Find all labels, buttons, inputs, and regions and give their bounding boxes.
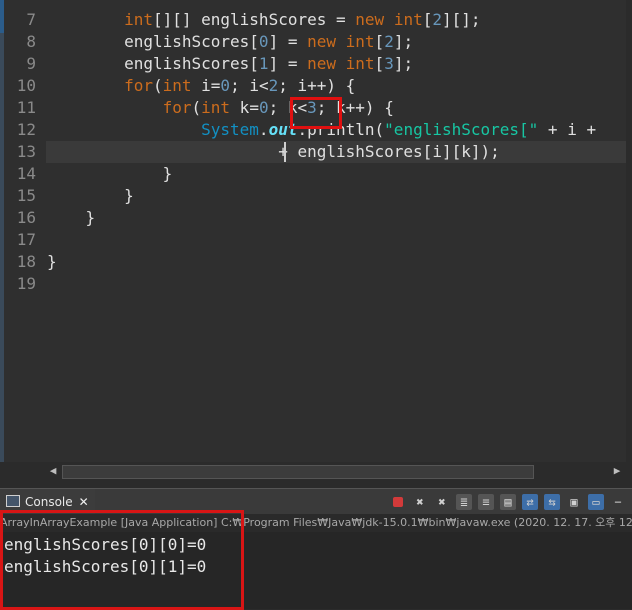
line-number: 14 (16, 164, 36, 183)
open-console-icon[interactable]: ⇆ (544, 494, 560, 510)
code-line: 18} (0, 251, 632, 273)
code-text: int[][] englishScores = new int[2][]; (124, 10, 481, 29)
code-line: 8 englishScores[0] = new int[2]; (0, 31, 632, 53)
console-tab-label: Console (25, 495, 73, 509)
scroll-lock-icon[interactable]: ≣ (456, 494, 472, 510)
code-text: } (47, 164, 173, 183)
code-line: 17 (0, 229, 632, 251)
show-console-icon[interactable]: ▤ (500, 494, 516, 510)
code-line: 14 } (0, 163, 632, 185)
code-text: + englishScores[i][k]); (47, 142, 500, 161)
code-line: 7 int[][] englishScores = new int[2][]; (0, 9, 632, 31)
code-line: 15 } (0, 185, 632, 207)
scroll-right-icon[interactable]: ▶ (610, 464, 624, 478)
text-caret (284, 142, 286, 162)
scrollbar-thumb[interactable] (62, 465, 534, 479)
line-number: 9 (26, 54, 36, 73)
console-toolbar: ✖ ✖ ≣ ≡ ▤ ⇄ ⇆ ▣ ▭ − (390, 493, 632, 511)
display-console-icon[interactable]: ▣ (566, 494, 582, 510)
code-text: } (47, 208, 96, 227)
annotation-highlight-box (290, 97, 342, 129)
word-wrap-icon[interactable]: ≡ (478, 494, 494, 510)
code-line: 10 for(int i=0; i<2; i++) { (0, 75, 632, 97)
code-text: } (47, 252, 57, 271)
console-icon (6, 495, 20, 507)
line-number: 18 (16, 252, 36, 271)
line-number: 11 (16, 98, 36, 117)
editor-right-edge (626, 0, 632, 488)
minimize-icon[interactable]: − (610, 494, 626, 510)
code-text: for(int i=0; i<2; i++) { (124, 76, 356, 95)
line-number: 15 (16, 186, 36, 205)
line-number: 10 (16, 76, 36, 95)
code-text: englishScores[0] = new int[2]; (47, 32, 414, 51)
line-number: 19 (16, 274, 36, 293)
line-number: 13 (16, 142, 36, 161)
close-icon[interactable]: ✕ (79, 495, 89, 509)
code-text: englishScores[1] = new int[3]; (47, 54, 414, 73)
pin-console-icon[interactable]: ⇄ (522, 494, 538, 510)
scroll-left-icon[interactable]: ◀ (46, 464, 60, 478)
horizontal-scrollbar[interactable]: ◀ ▶ (44, 462, 626, 480)
code-line: 9 englishScores[1] = new int[3]; (0, 53, 632, 75)
line-number: 12 (16, 120, 36, 139)
code-text: } (47, 186, 134, 205)
remove-all-icon[interactable]: ✖ (434, 494, 450, 510)
code-line: 13 + englishScores[i][k]); (0, 141, 632, 163)
output-highlight-box (0, 510, 244, 610)
line-number: 17 (16, 230, 36, 249)
code-editor[interactable]: 7 int[][] englishScores = new int[2][]; 8… (0, 0, 632, 462)
remove-launch-icon[interactable]: ✖ (412, 494, 428, 510)
code-line: 16 } (0, 207, 632, 229)
terminate-icon[interactable] (393, 497, 403, 507)
code-line: 19 (0, 273, 632, 295)
line-number: 7 (26, 10, 36, 29)
line-number: 8 (26, 32, 36, 51)
new-console-icon[interactable]: ▭ (588, 494, 604, 510)
line-number: 16 (16, 208, 36, 227)
